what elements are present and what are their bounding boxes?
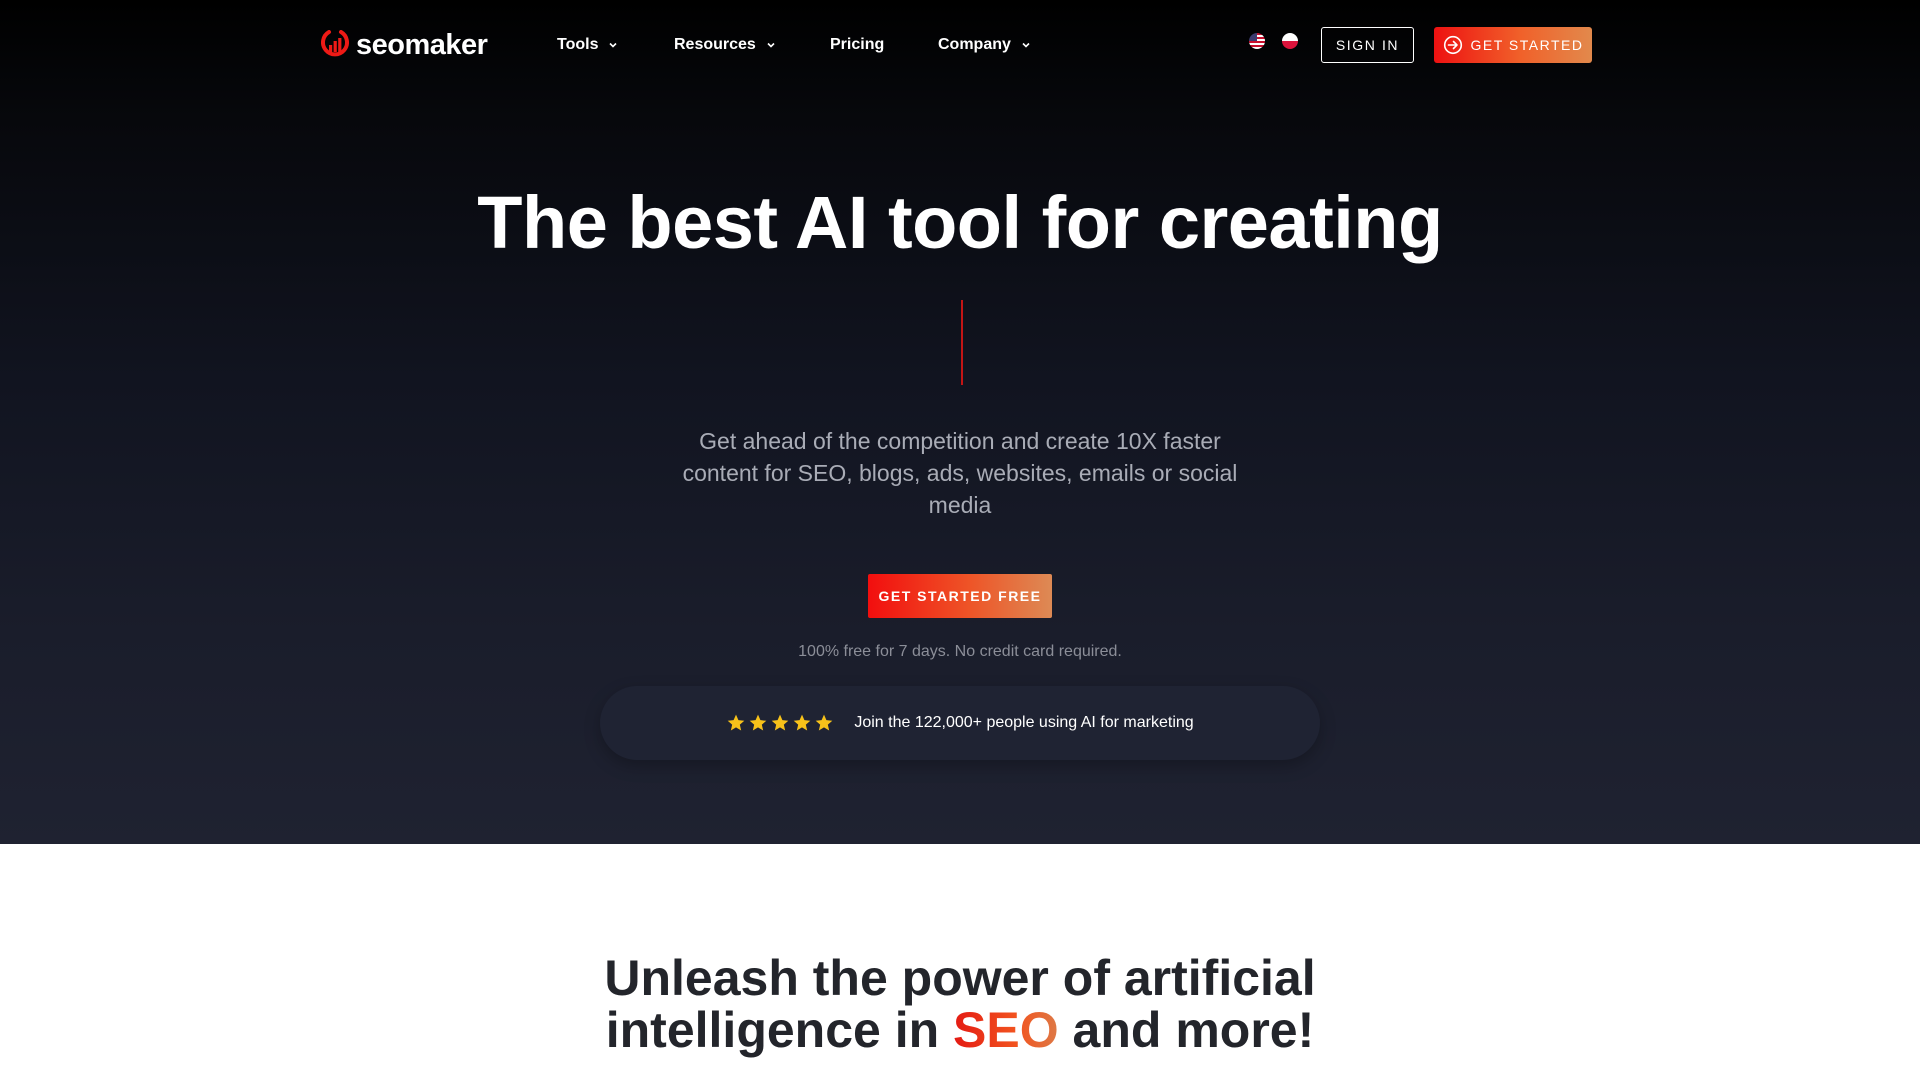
- pl-flag-icon[interactable]: [1282, 33, 1298, 49]
- chevron-down-icon: [609, 42, 618, 48]
- us-flag-icon[interactable]: [1249, 33, 1265, 49]
- nav-tools-label: Tools: [557, 36, 599, 53]
- nav-resources[interactable]: Resources: [674, 34, 776, 56]
- section-title-line2-start: intelligence in: [605, 1002, 954, 1058]
- get-started-button[interactable]: GET STARTED: [1434, 27, 1592, 63]
- section-title-line2-end: and more!: [1058, 1002, 1315, 1058]
- free-trial-note: 100% free for 7 days. No credit card req…: [798, 643, 1122, 660]
- sign-in-button[interactable]: SIGN IN: [1321, 27, 1414, 63]
- hero-subtitle: Get ahead of the competition and create …: [682, 428, 1238, 518]
- get-started-free-button[interactable]: GET STARTED FREE: [868, 574, 1052, 618]
- social-proof-text: Join the 122,000+ people using AI for ma…: [854, 714, 1194, 731]
- hero-title: The best AI tool for creating: [477, 181, 1443, 264]
- chevron-down-icon: [1022, 42, 1030, 48]
- top-navigation: seomaker Tools Resources Pricing Company…: [0, 0, 1920, 90]
- nav-company-label: Company: [938, 36, 1011, 53]
- arrow-right-circle-icon: [1443, 35, 1462, 55]
- section-title-accent: SEO: [953, 1002, 1059, 1058]
- nav-pricing[interactable]: Pricing: [830, 34, 884, 56]
- section-title: Unleash the power of artificial intellig…: [0, 952, 1920, 1056]
- hero-section: seomaker Tools Resources Pricing Company…: [0, 0, 1920, 844]
- nav-pricing-label: Pricing: [830, 36, 885, 53]
- social-proof-badge: Join the 122,000+ people using AI for ma…: [600, 686, 1320, 760]
- rating-stars: [726, 713, 836, 733]
- star-icon: [727, 714, 745, 731]
- star-icon: [771, 714, 789, 731]
- logo-wordmark: seomaker: [356, 29, 488, 61]
- star-icon: [793, 714, 811, 731]
- site-logo[interactable]: seomaker: [321, 27, 488, 63]
- typing-cursor: [961, 300, 963, 385]
- nav-tools[interactable]: Tools: [557, 34, 618, 56]
- star-icon: [815, 714, 833, 731]
- chevron-down-icon: [767, 42, 775, 48]
- chart-logo-icon: [321, 30, 349, 57]
- nav-company[interactable]: Company: [938, 34, 1031, 56]
- get-started-label: GET STARTED: [1470, 37, 1584, 53]
- nav-resources-label: Resources: [674, 36, 756, 53]
- star-icon: [749, 714, 767, 731]
- section-title-line1: Unleash the power of artificial: [604, 950, 1316, 1006]
